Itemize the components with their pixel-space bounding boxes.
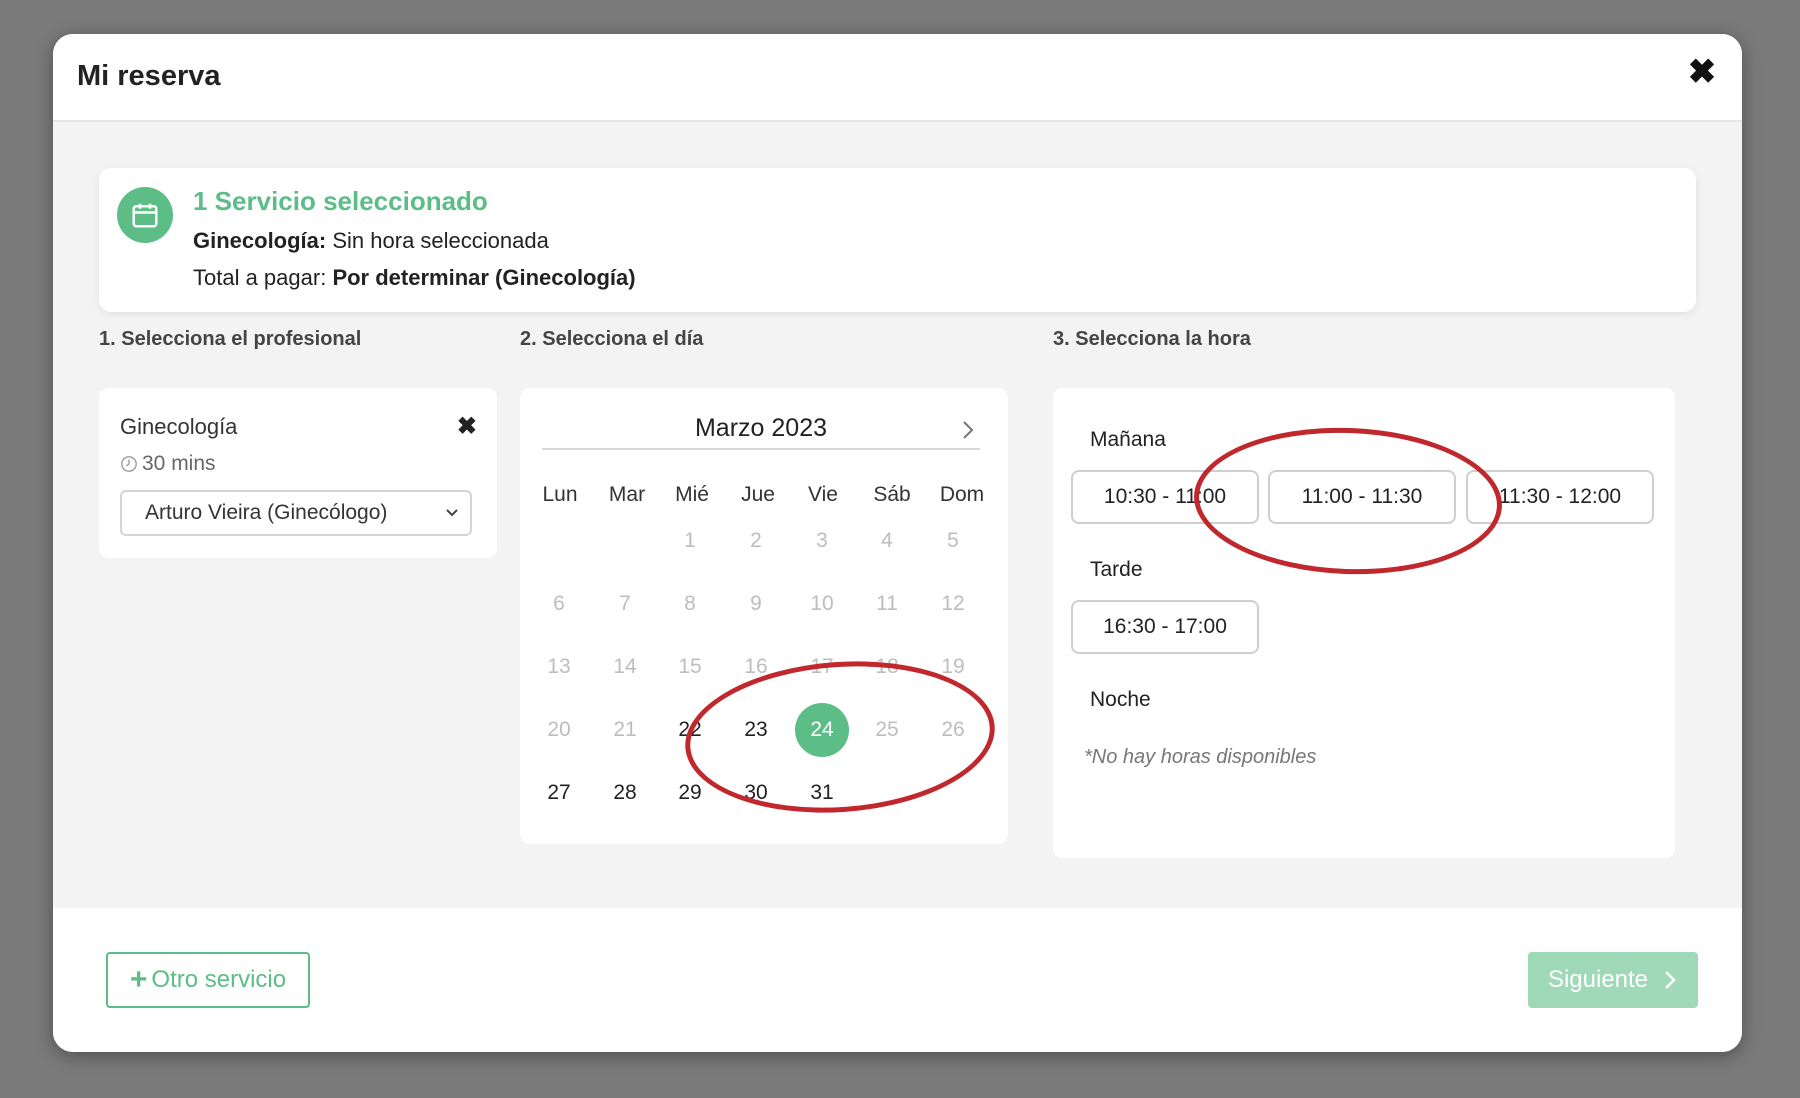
next-label: Siguiente — [1547, 966, 1649, 993]
weekday-wed: Mié — [675, 483, 709, 506]
calendar-day[interactable]: 31 — [795, 766, 849, 820]
next-button[interactable]: Siguiente — [1528, 952, 1698, 1008]
calendar-month: Marzo 2023 — [694, 414, 828, 442]
calendar-day: 19 — [941, 655, 965, 678]
modal-body: 1 Servicio seleccionado Ginecología: Sin… — [53, 122, 1742, 908]
calendar-icon — [117, 187, 173, 243]
calendar-day[interactable]: 27 — [532, 766, 586, 820]
summary-card: 1 Servicio seleccionado Ginecología: Sin… — [99, 168, 1696, 312]
calendar-day[interactable]: 28 — [598, 766, 652, 820]
calendar-day[interactable]: 22 — [663, 703, 717, 757]
weekday-thu: Jue — [741, 483, 775, 506]
calendar-day: 8 — [684, 592, 696, 615]
calendar-day: 13 — [547, 655, 571, 678]
close-icon[interactable]: ✖ — [1686, 55, 1718, 89]
time-panel: Mañana 10:30 - 11:00 11:00 - 11:30 11:30… — [1053, 388, 1675, 858]
professional-select[interactable]: Arturo Vieira (Ginecólogo) — [120, 490, 472, 536]
calendar-day: 4 — [881, 529, 893, 552]
time-slot[interactable]: 11:30 - 12:00 — [1466, 470, 1654, 524]
weekday-fri: Vie — [808, 483, 838, 506]
chevron-down-icon — [446, 509, 458, 517]
calendar-day: 10 — [810, 592, 834, 615]
calendar-day: 21 — [613, 718, 637, 741]
calendar-day: 20 — [547, 718, 571, 741]
weekday-sun: Dom — [939, 483, 985, 506]
calendar-day[interactable]: 23 — [729, 703, 783, 757]
weekday-sat: Sáb — [873, 483, 911, 506]
time-slot[interactable]: 11:00 - 11:30 — [1268, 470, 1456, 524]
calendar-day: 2 — [750, 529, 762, 552]
booking-modal: Mi reserva ✖ 1 Servicio seleccionado Gin… — [53, 34, 1742, 1052]
calendar-day: 11 — [876, 592, 898, 615]
calendar-day[interactable]: 30 — [729, 766, 783, 820]
chevron-right-icon[interactable] — [956, 416, 980, 444]
plus-icon: + — [129, 963, 148, 996]
duration-text: 30 mins — [142, 452, 216, 475]
chevron-right-icon — [1665, 971, 1676, 989]
clock-icon — [121, 456, 137, 472]
morning-label: Mañana — [1090, 428, 1166, 451]
calendar-day: 9 — [750, 592, 762, 615]
other-service-button[interactable]: + Otro servicio — [106, 952, 310, 1008]
calendar-day[interactable]: 29 — [663, 766, 717, 820]
other-service-label: Otro servicio — [151, 966, 287, 993]
summary-total-line: Total a pagar: Por determinar (Ginecolog… — [193, 265, 636, 291]
professional-panel: Ginecología ✖ 30 mins Arturo Vieira (Gin… — [99, 388, 497, 558]
afternoon-label: Tarde — [1090, 558, 1143, 581]
summary-service-line: Ginecología: Sin hora seleccionada — [193, 228, 549, 254]
remove-service-icon[interactable]: ✖ — [457, 412, 477, 441]
step-day-label: 2. Selecciona el día — [520, 328, 704, 350]
calendar-day: 18 — [875, 655, 899, 678]
summary-total-value: Por determinar (Ginecología) — [332, 265, 636, 290]
step-hour-label: 3. Selecciona la hora — [1053, 328, 1251, 350]
calendar-day: 17 — [810, 655, 834, 678]
calendar-day: 1 — [684, 529, 696, 552]
calendar-day: 3 — [816, 529, 828, 552]
weekday-mon: Lun — [542, 483, 578, 506]
summary-total-label: Total a pagar: — [193, 265, 327, 290]
duration: 30 mins — [120, 452, 216, 476]
calendar-day: 25 — [875, 718, 899, 741]
modal-footer: + Otro servicio Siguiente — [53, 908, 1742, 1052]
calendar-day: 16 — [744, 655, 768, 678]
time-slot[interactable]: 10:30 - 11:00 — [1071, 470, 1259, 524]
no-hours-message: *No hay horas disponibles — [1084, 746, 1317, 768]
calendar-day: 7 — [619, 592, 631, 615]
professional-service-name: Ginecología — [120, 414, 238, 439]
calendar-day: 5 — [947, 529, 959, 552]
night-label: Noche — [1090, 688, 1151, 711]
modal-header: Mi reserva ✖ — [53, 34, 1742, 122]
summary-service-status: Sin hora seleccionada — [332, 228, 549, 253]
calendar-header: Marzo 2023 — [542, 414, 980, 450]
calendar-day-selected[interactable]: 24 — [795, 703, 849, 757]
weekday-tue: Mar — [608, 483, 646, 506]
calendar-day: 15 — [678, 655, 702, 678]
calendar-day: 12 — [941, 592, 965, 615]
summary-title: 1 Servicio seleccionado — [193, 186, 488, 216]
calendar-day: 14 — [613, 655, 637, 678]
calendar-panel: Marzo 2023 Lun Mar Mié Jue Vie Sáb Dom 1… — [520, 388, 1008, 844]
summary-service-name: Ginecología: — [193, 228, 327, 253]
calendar-day: 6 — [553, 592, 565, 615]
step-professional-label: 1. Selecciona el profesional — [99, 328, 362, 350]
time-slot[interactable]: 16:30 - 17:00 — [1071, 600, 1259, 654]
modal-title: Mi reserva — [77, 60, 221, 92]
calendar-day: 26 — [941, 718, 965, 741]
professional-selected: Arturo Vieira (Ginecólogo) — [145, 501, 388, 524]
